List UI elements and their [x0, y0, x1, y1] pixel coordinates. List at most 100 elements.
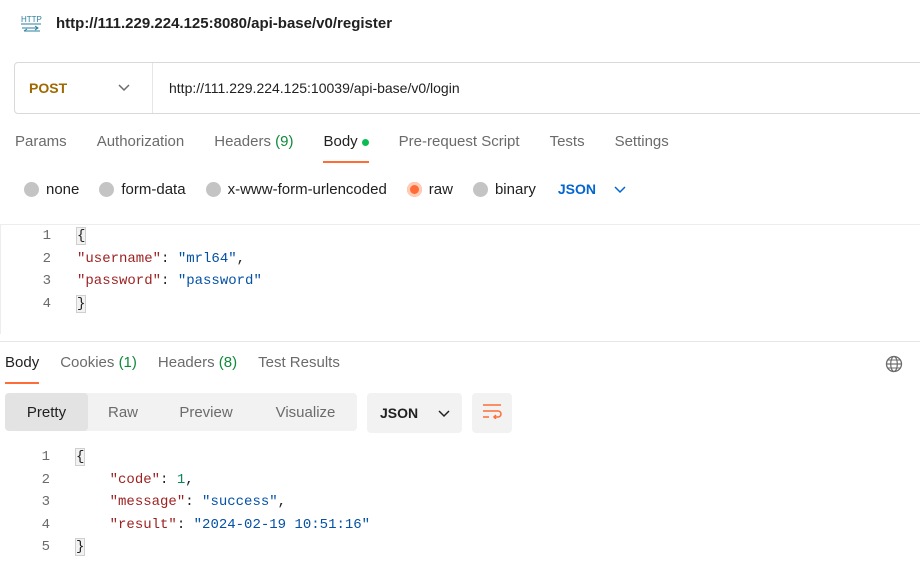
line-number: 5 — [41, 539, 50, 556]
radio-x-www-form-urlencoded[interactable]: x-www-form-urlencoded — [205, 181, 387, 198]
chevron-down-icon — [118, 79, 130, 97]
response-body-viewer[interactable]: 1 { 2 "code": 1, 3 "message": "success",… — [0, 446, 920, 559]
line-number: 1 — [42, 228, 51, 245]
line-number: 4 — [42, 295, 51, 312]
body-indicator-dot — [361, 138, 369, 146]
svg-text:HTTP: HTTP — [21, 15, 42, 24]
chevron-down-icon — [438, 405, 450, 421]
code-line: 2 "code": 1, — [0, 469, 920, 492]
code-text: { — [74, 448, 86, 467]
tab-label: Authorization — [96, 133, 185, 150]
request-tabs: Params Authorization Headers (9) Body Pr… — [15, 133, 699, 163]
tab-params[interactable]: Params — [15, 133, 67, 163]
tab-headers[interactable]: Headers (9) — [214, 133, 293, 163]
code-line: 2 "username": "mrl64", — [1, 248, 920, 271]
code-line: 3 "password": "password" — [1, 270, 920, 293]
radio-label: none — [46, 180, 80, 198]
line-number: 3 — [41, 494, 50, 511]
code-line: 1 { — [0, 446, 920, 469]
tab-cookies[interactable]: Cookies (1) — [60, 354, 137, 384]
tab-label: Params — [15, 133, 67, 150]
response-format-label: JSON — [380, 405, 419, 421]
json-value: "2024-02-19 10:51:16" — [193, 516, 371, 533]
response-format-select[interactable]: JSON — [367, 393, 462, 433]
radio-circle — [99, 181, 115, 197]
radio-none[interactable]: none — [24, 181, 79, 198]
tab-response-headers[interactable]: Headers (8) — [158, 354, 237, 384]
globe-icon[interactable] — [885, 355, 903, 373]
code-line: 1 { — [1, 225, 920, 248]
wrap-lines-button[interactable] — [472, 393, 512, 433]
method-select[interactable]: POST — [15, 63, 153, 113]
line-number: 2 — [41, 471, 50, 488]
code-text: "message": "success", — [109, 494, 287, 511]
json-key: "password" — [77, 273, 162, 290]
tab-response-body[interactable]: Body — [5, 354, 40, 384]
radio-circle — [24, 181, 39, 197]
line-number: 1 — [41, 449, 50, 466]
response-tabs: Body Cookies (1) Headers (8) Test Result… — [5, 354, 361, 384]
code-text: } — [74, 538, 86, 557]
radio-raw[interactable]: raw — [406, 180, 453, 198]
tab-label: Body — [323, 133, 358, 150]
json-value: "password" — [177, 273, 262, 290]
request-name[interactable]: http://111.229.224.125:8080/api-base/v0/… — [56, 15, 392, 32]
code-text: } — [75, 294, 87, 313]
close-brace: } — [74, 538, 86, 557]
tab-count: (9) — [275, 133, 294, 150]
pane-divider[interactable] — [0, 341, 920, 342]
code-text: "code": 1, — [109, 471, 194, 488]
response-view-toggle: Pretty Raw Preview Visualize — [5, 393, 357, 431]
json-value: "success" — [202, 494, 278, 511]
request-body-editor[interactable]: 1 { 2 "username": "mrl64", 3 "password":… — [0, 224, 920, 334]
code-line: 3 "message": "success", — [0, 491, 920, 514]
tab-label: Pre-request Script — [398, 133, 520, 150]
tab-label: Headers — [214, 133, 276, 150]
tab-body[interactable]: Body — [323, 133, 369, 163]
chevron-down-icon — [614, 181, 626, 197]
code-line: 4 } — [1, 293, 920, 316]
view-preview-button[interactable]: Preview — [158, 393, 254, 431]
body-language-label: JSON — [557, 181, 596, 197]
close-brace: } — [75, 294, 87, 313]
tab-label: Cookies — [60, 354, 119, 371]
tab-label: Test Results — [258, 354, 340, 371]
tab-count: (8) — [218, 354, 238, 371]
json-key: "code" — [109, 471, 161, 488]
json-key: "result" — [109, 516, 177, 533]
code-text: "password": "password" — [77, 273, 262, 290]
json-key: "message" — [109, 494, 186, 511]
url-bar: POST — [14, 62, 920, 114]
tab-tests[interactable]: Tests — [550, 133, 585, 163]
url-input[interactable] — [153, 80, 853, 96]
radio-circle-selected — [406, 181, 422, 197]
tab-label: Headers — [157, 354, 219, 371]
line-number: 3 — [42, 273, 51, 290]
view-raw-button[interactable]: Raw — [88, 393, 158, 431]
view-visualize-button[interactable]: Visualize — [254, 393, 357, 431]
json-key: "username" — [77, 250, 162, 267]
wrap-lines-icon — [482, 403, 502, 424]
json-value: "mrl64" — [177, 250, 237, 267]
tab-label: Tests — [549, 133, 585, 150]
tab-label: Settings — [614, 133, 669, 150]
code-line: 5 } — [0, 536, 920, 559]
tab-test-results[interactable]: Test Results — [258, 354, 340, 384]
code-text: { — [75, 227, 87, 246]
tab-pre-request-script[interactable]: Pre-request Script — [399, 133, 520, 163]
http-icon: HTTP — [20, 13, 42, 33]
tab-settings[interactable]: Settings — [615, 133, 669, 163]
tab-authorization[interactable]: Authorization — [97, 133, 185, 163]
code-text: "username": "mrl64", — [77, 250, 246, 267]
body-type-radios: none form-data x-www-form-urlencoded raw… — [24, 178, 626, 200]
radio-binary[interactable]: binary — [472, 181, 536, 198]
open-brace: { — [75, 227, 87, 246]
open-brace: { — [74, 448, 86, 467]
radio-label: raw — [428, 180, 453, 198]
radio-circle — [205, 181, 221, 197]
radio-form-data[interactable]: form-data — [99, 181, 186, 198]
radio-circle — [472, 181, 488, 197]
view-pretty-button[interactable]: Pretty — [5, 393, 88, 431]
body-language-select[interactable]: JSON — [558, 181, 626, 197]
line-number: 4 — [41, 516, 50, 533]
